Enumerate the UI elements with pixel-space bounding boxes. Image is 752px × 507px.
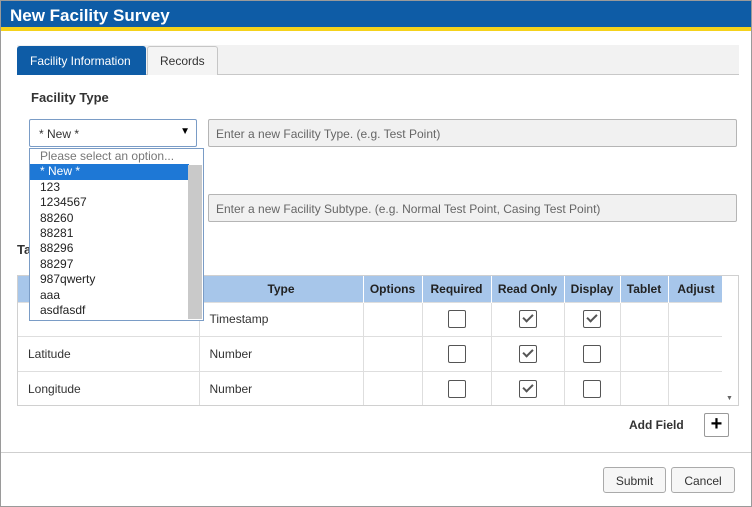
field-options-cell[interactable] [363,336,423,371]
dropdown-option[interactable]: * New * [30,164,189,180]
submit-button[interactable]: Submit [603,467,666,493]
facility-type-label: Facility Type [31,90,109,105]
dropdown-option[interactable]: 88260 [30,211,189,226]
required-checkbox[interactable] [447,379,466,398]
facility-type-select[interactable]: * New * ▼ [29,119,197,147]
new-facility-survey-dialog: New Facility Survey Facility Information… [0,0,752,507]
required-cell [422,301,492,337]
add-field-label: Add Field [629,418,684,432]
field-options-cell[interactable] [363,301,423,337]
adjust-cell [668,336,725,371]
dropdown-option[interactable]: 88297 [30,257,189,272]
add-field-button[interactable]: + [704,413,729,437]
tab-bar: Facility Information Records [17,45,739,75]
checkmark-icon [586,311,598,323]
field-type-cell[interactable]: Timestamp [199,301,364,337]
triangle-down-icon: ▼ [180,126,190,137]
column-header-display[interactable]: Display [564,276,621,302]
adjust-cell [668,301,725,337]
field-options-cell[interactable] [363,370,423,405]
display-cell [564,301,621,337]
read-only-checkbox[interactable] [518,379,537,398]
facility-type-dropdown-list: Please select an option... * New * 123 1… [29,148,204,321]
display-checkbox[interactable] [583,310,601,329]
dropdown-option[interactable]: aaa [30,288,189,303]
tab-label: Records [160,54,205,68]
plus-icon: + [710,413,723,435]
new-facility-subtype-input[interactable]: Enter a new Facility Subtype. (e.g. Norm… [208,194,737,222]
table-row: Longitude Number [18,370,725,405]
required-cell [422,370,492,405]
footer-divider [1,452,751,453]
required-cell [422,336,492,371]
cancel-button[interactable]: Cancel [671,467,735,493]
tablet-cell [620,370,669,405]
dropdown-scrollbar[interactable] [188,165,202,319]
new-facility-type-input[interactable]: Enter a new Facility Type. (e.g. Test Po… [208,119,737,147]
tab-facility-information[interactable]: Facility Information [17,46,146,75]
column-header-required[interactable]: Required [422,276,492,302]
table-row: Latitude Number [18,336,725,371]
required-checkbox[interactable] [447,344,466,363]
column-header-type[interactable]: Type [199,276,364,302]
input-placeholder: Enter a new Facility Subtype. (e.g. Norm… [216,202,601,216]
dialog-title: New Facility Survey [10,6,170,25]
read-only-cell [491,370,565,405]
dropdown-option[interactable]: 123 [30,180,189,195]
tablet-cell [620,301,669,337]
display-checkbox[interactable] [583,379,601,398]
scroll-down-arrow-icon[interactable]: ▼ [726,395,733,402]
checkmark-icon [521,380,534,393]
adjust-cell [668,370,725,405]
dropdown-option[interactable]: 987qwerty [30,272,189,287]
display-cell [564,370,621,405]
tab-records[interactable]: Records [147,46,218,75]
column-header-options[interactable]: Options [363,276,423,302]
column-header-tablet[interactable]: Tablet [620,276,669,302]
input-placeholder: Enter a new Facility Type. (e.g. Test Po… [216,127,441,141]
field-name-cell[interactable]: Longitude [18,370,200,405]
dialog-titlebar: New Facility Survey [1,1,751,31]
read-only-checkbox[interactable] [518,344,537,363]
dropdown-option[interactable]: 88296 [30,241,189,256]
grid-scrollbar[interactable]: ▼ [722,276,738,405]
dropdown-option[interactable]: asdfasdf [30,303,189,318]
read-only-cell [491,336,565,371]
column-header-read-only[interactable]: Read Only [491,276,565,302]
checkmark-icon [521,346,534,358]
select-value: * New * [39,127,80,141]
tab-label: Facility Information [30,54,131,68]
dropdown-option[interactable]: 1234567 [30,195,189,210]
field-type-cell[interactable]: Number [199,370,364,405]
field-type-cell[interactable]: Number [199,336,364,371]
dropdown-placeholder-option[interactable]: Please select an option... [30,149,189,164]
dropdown-option[interactable]: 88281 [30,226,189,241]
tablet-cell [620,336,669,371]
required-checkbox[interactable] [447,310,466,329]
read-only-checkbox[interactable] [518,310,537,329]
column-header-adjust[interactable]: Adjust [668,276,725,302]
field-name-cell[interactable]: Latitude [18,336,200,371]
checkmark-icon [521,311,534,323]
display-cell [564,336,621,371]
read-only-cell [491,301,565,337]
display-checkbox[interactable] [583,344,601,363]
